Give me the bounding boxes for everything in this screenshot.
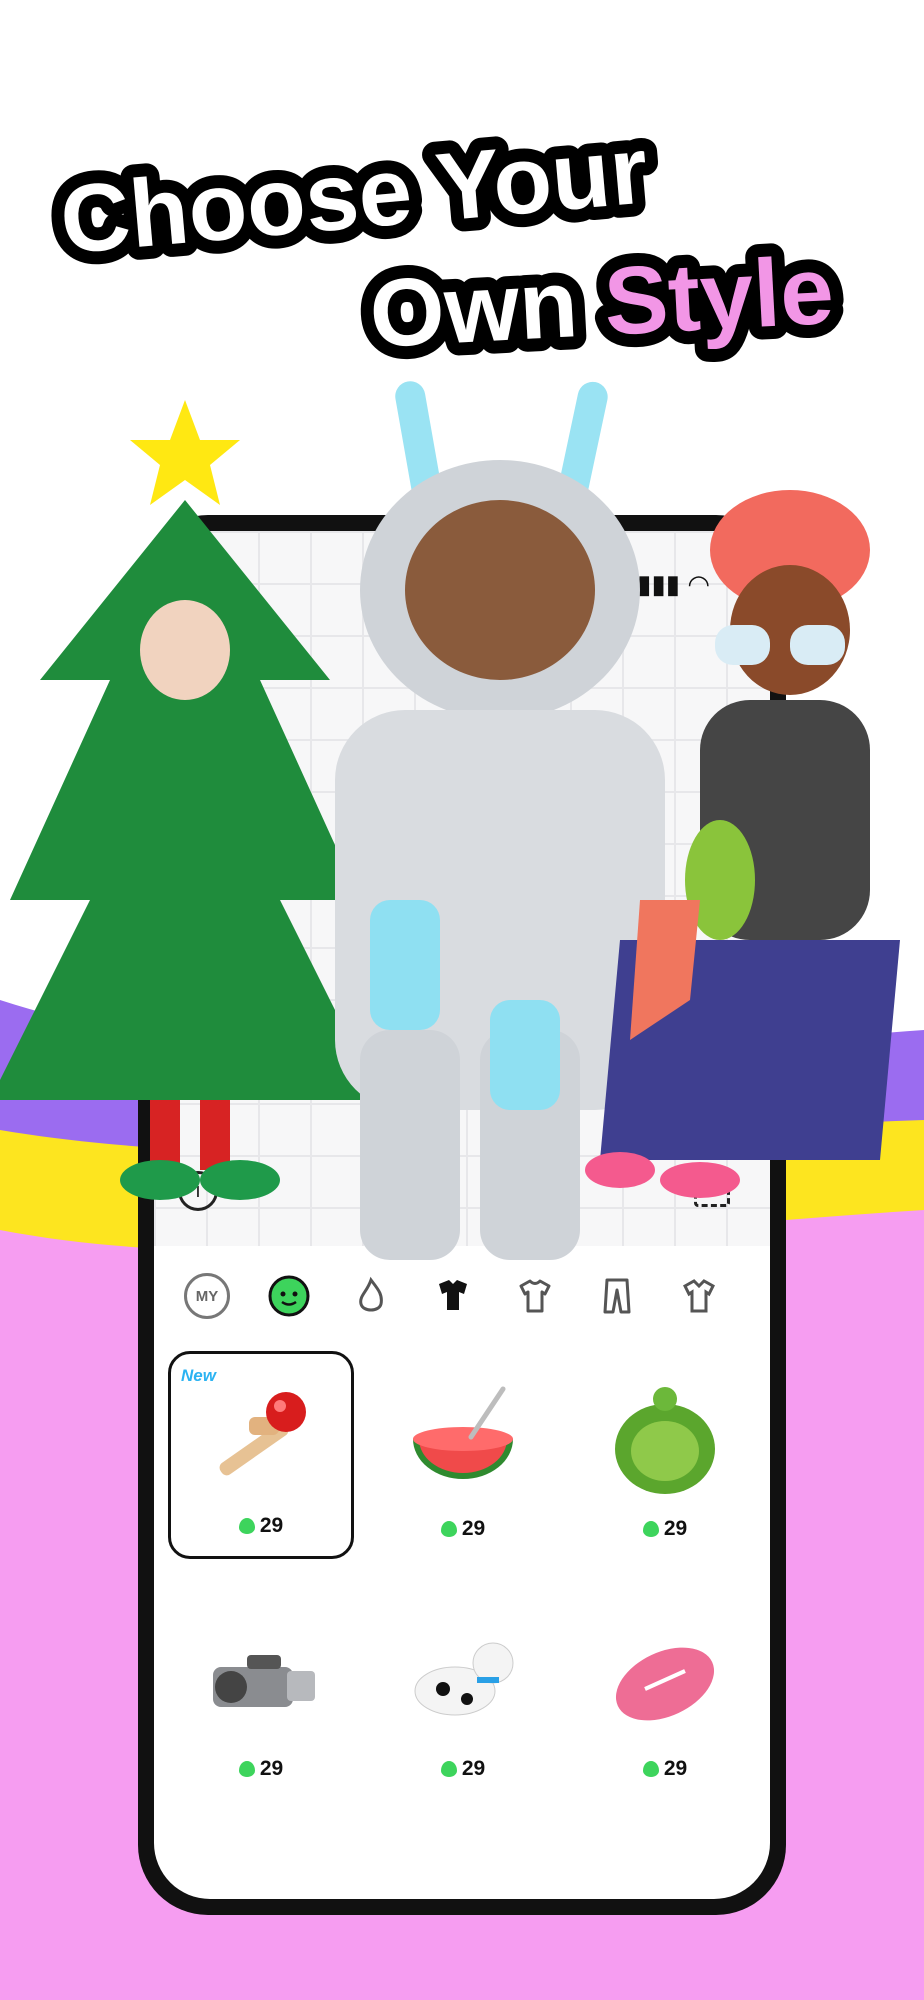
item-price: 29: [168, 1757, 354, 1781]
gem-icon: [238, 1761, 255, 1777]
item-price: 29: [370, 1517, 556, 1541]
turtle-shell-image: [615, 1387, 715, 1494]
item-price: 29: [572, 1517, 758, 1541]
outfit-icon: [439, 1280, 467, 1310]
shirt-icon: [683, 1279, 715, 1313]
tab-my[interactable]: MY: [176, 1265, 238, 1327]
camcorder-image: [213, 1655, 315, 1707]
flame-icon: [359, 1276, 383, 1312]
tab-more[interactable]: [668, 1265, 730, 1327]
gem-icon: [642, 1521, 659, 1537]
gem-icon: [440, 1761, 457, 1777]
gem-icon: [642, 1761, 659, 1777]
headline: Choose Your Choose Your Own Style Own St…: [0, 103, 924, 381]
expand-button[interactable]: [694, 1171, 730, 1207]
headline-highlight: Style: [601, 237, 836, 356]
tab-outfits[interactable]: [422, 1265, 484, 1327]
status-bar: ▮▮▮ ◠: [637, 569, 710, 600]
item-camcorder[interactable]: 29: [168, 1591, 354, 1799]
item-football[interactable]: 29: [572, 1591, 758, 1799]
phone-screen: ▮▮▮ ◠ i MY New 29 29 29 29 29 29: [154, 531, 770, 1899]
tab-trending[interactable]: [340, 1265, 402, 1327]
face-icon: [268, 1275, 310, 1317]
item-grid: New 29 29 29 29 29 29: [168, 1351, 756, 1799]
phone-frame: ▮▮▮ ◠ i MY New 29 29 29 29 29 29: [138, 515, 786, 1915]
item-dalmatian-dog[interactable]: 29: [370, 1591, 556, 1799]
tab-face[interactable]: [258, 1265, 320, 1327]
info-button[interactable]: i: [178, 1171, 218, 1211]
item-price: 29: [572, 1757, 758, 1781]
item-watermelon[interactable]: 29: [370, 1351, 556, 1559]
signal-icon: ▮▮▮: [637, 569, 681, 599]
item-price: 29: [171, 1514, 351, 1538]
dog-image: [414, 1642, 514, 1716]
kendama-image: [219, 1392, 306, 1476]
tab-bottoms[interactable]: [586, 1265, 648, 1327]
tab-tops[interactable]: [504, 1265, 566, 1327]
headline-line2: Own Style: [367, 237, 836, 368]
category-tabs: MY: [154, 1261, 770, 1331]
tab-my-label: MY: [184, 1273, 230, 1319]
pants-icon: [603, 1278, 631, 1314]
tshirt-icon: [519, 1279, 551, 1313]
item-kendama[interactable]: New 29: [168, 1351, 354, 1559]
item-price: 29: [370, 1757, 556, 1781]
gem-icon: [238, 1518, 255, 1534]
watermelon-image: [413, 1386, 513, 1479]
item-turtle-shell[interactable]: 29: [572, 1351, 758, 1559]
avatar-stage: ▮▮▮ ◠ i: [154, 531, 770, 1246]
football-image: [615, 1647, 715, 1721]
gem-icon: [440, 1521, 457, 1537]
wifi-icon: ◠: [687, 569, 710, 599]
